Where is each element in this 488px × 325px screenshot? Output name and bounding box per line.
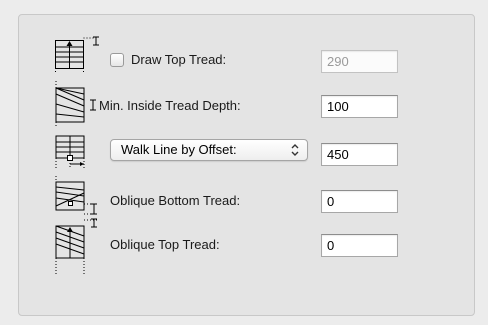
min-inside-tread-depth-input[interactable] [321,95,398,118]
draw-top-tread-checkbox[interactable] [110,53,124,67]
up-down-chevron-icon [291,144,299,156]
dimension-marker-icon [93,36,99,46]
stair-walk-line-icon [53,130,105,170]
walk-line-offset-input[interactable] [321,143,398,166]
oblique-top-tread-input[interactable] [321,234,398,257]
min-inside-tread-depth-label: Min. Inside Tread Depth: [99,98,241,113]
walk-line-mode-selected: Walk Line by Offset: [121,142,237,157]
stair-top-tread-icon [53,36,105,72]
stair-oblique-top-tread-icon [53,218,105,274]
stair-oblique-bottom-tread-icon [53,176,105,216]
stair-inside-tread-depth-icon [53,80,105,126]
oblique-bottom-tread-input[interactable] [321,190,398,213]
draw-top-tread-label: Draw Top Tread: [131,52,227,67]
draw-top-tread-input[interactable] [321,50,398,73]
oblique-bottom-tread-label: Oblique Bottom Tread: [110,193,241,208]
walk-line-mode-select[interactable]: Walk Line by Offset: [110,139,308,161]
oblique-top-tread-label: Oblique Top Tread: [110,237,220,252]
